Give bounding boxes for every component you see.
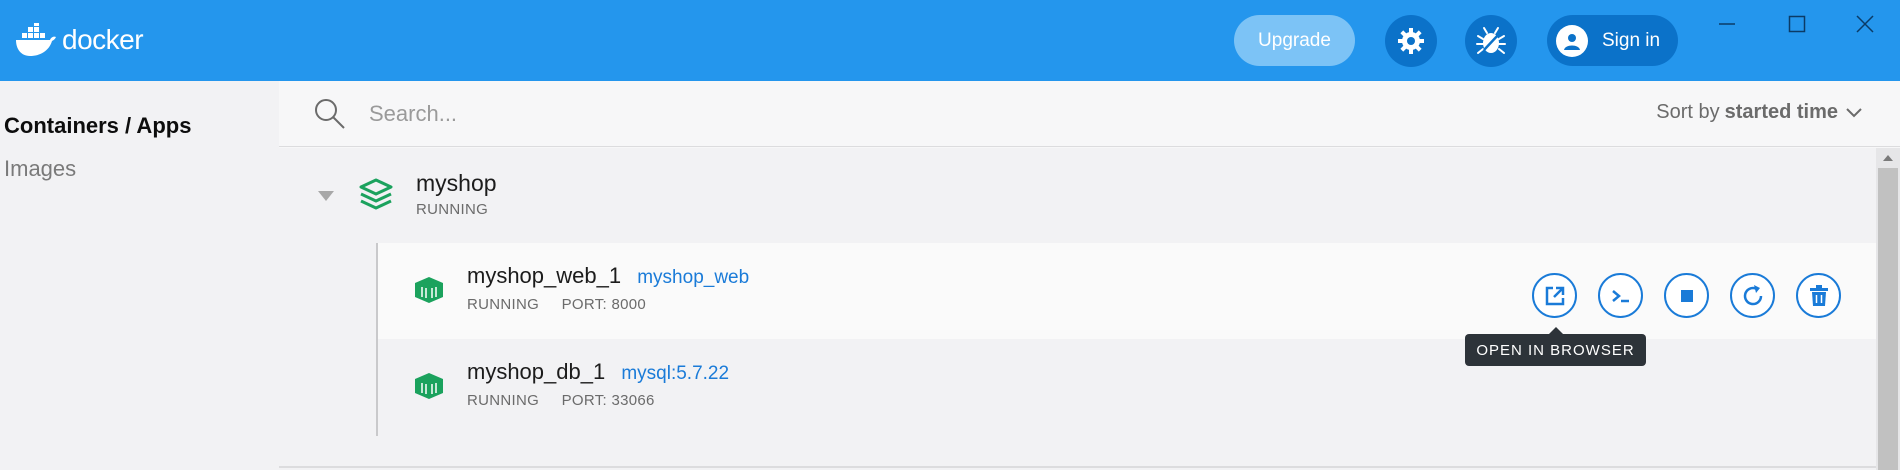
sign-in-button[interactable]: Sign in [1547,15,1678,66]
stop-button[interactable] [1664,273,1709,318]
container-icon [415,373,443,399]
avatar-icon [1556,24,1588,57]
open-in-browser-button[interactable] [1532,273,1577,318]
minimize-button[interactable] [1707,8,1747,40]
upgrade-button[interactable]: Upgrade [1234,15,1355,66]
app-name: myshop [416,170,497,196]
restart-button[interactable] [1730,273,1775,318]
settings-button[interactable] [1385,15,1437,67]
whale-icon [16,23,56,56]
list-divider [279,466,1876,468]
docker-logo: docker [14,18,144,62]
container-icon [415,277,443,303]
stop-icon [1680,289,1693,302]
troubleshoot-button[interactable] [1465,15,1517,67]
sidebar: Containers / Apps Images [0,81,279,470]
container-row[interactable]: myshop_web_1 myshop_web RUNNING PORT: 80… [378,243,1876,339]
title-bar: docker Upgrade Sign in [0,0,1900,81]
container-image-link[interactable]: myshop_web [637,267,749,288]
delete-button[interactable] [1796,273,1841,318]
container-port: PORT: 33066 [561,392,655,409]
chevron-down-icon [1846,107,1862,117]
container-status: RUNNING PORT: 8000 [467,296,646,313]
sort-value: started time [1724,101,1838,123]
main-panel: Sort by started time myshop RUNNING [279,81,1900,470]
scroll-up-arrow-icon[interactable] [1882,154,1894,162]
scrollbar[interactable] [1876,148,1900,470]
container-port: PORT: 8000 [561,296,647,313]
maximize-button[interactable] [1777,8,1817,40]
gear-icon [1398,28,1424,54]
container-name-text: myshop_db_1 [467,359,606,384]
container-name: myshop_db_1 mysql:5.7.22 [467,359,729,385]
search-input[interactable] [369,97,969,131]
sort-dropdown[interactable]: Sort by started time [1656,101,1862,124]
search-icon [315,99,345,129]
collapse-caret-icon[interactable] [317,190,335,202]
container-image-link[interactable]: mysql:5.7.22 [621,363,729,384]
logo-text: docker [62,24,144,55]
app-stack-icon [359,178,393,210]
bug-icon [1476,27,1506,54]
search-bar: Sort by started time [279,81,1900,147]
container-name-text: myshop_web_1 [467,263,622,288]
maximize-icon [1788,15,1806,33]
container-status: RUNNING PORT: 33066 [467,392,655,409]
app-status: RUNNING [416,201,489,218]
close-icon [1856,15,1874,33]
sidebar-item-containers-apps[interactable]: Containers / Apps [4,113,191,139]
cli-button[interactable] [1598,273,1643,318]
container-state: RUNNING [467,392,540,409]
tooltip: OPEN IN BROWSER [1465,327,1646,366]
close-button[interactable] [1845,8,1885,40]
restart-icon [1743,284,1762,305]
minimize-icon [1719,23,1735,25]
sign-in-label: Sign in [1602,29,1661,51]
terminal-icon [1611,289,1629,302]
trash-icon [1809,284,1828,306]
container-row[interactable]: myshop_db_1 mysql:5.7.22 RUNNING PORT: 3… [378,339,1876,435]
external-link-icon [1545,286,1564,305]
scroll-thumb[interactable] [1878,168,1898,470]
sort-prefix: Sort by [1656,101,1720,123]
container-name: myshop_web_1 myshop_web [467,263,749,289]
sidebar-item-images[interactable]: Images [4,156,76,182]
container-list: myshop RUNNING myshop_web_1 myshop_web R… [279,148,1876,470]
app-row[interactable]: myshop RUNNING [279,148,1876,243]
container-state: RUNNING [467,296,540,313]
